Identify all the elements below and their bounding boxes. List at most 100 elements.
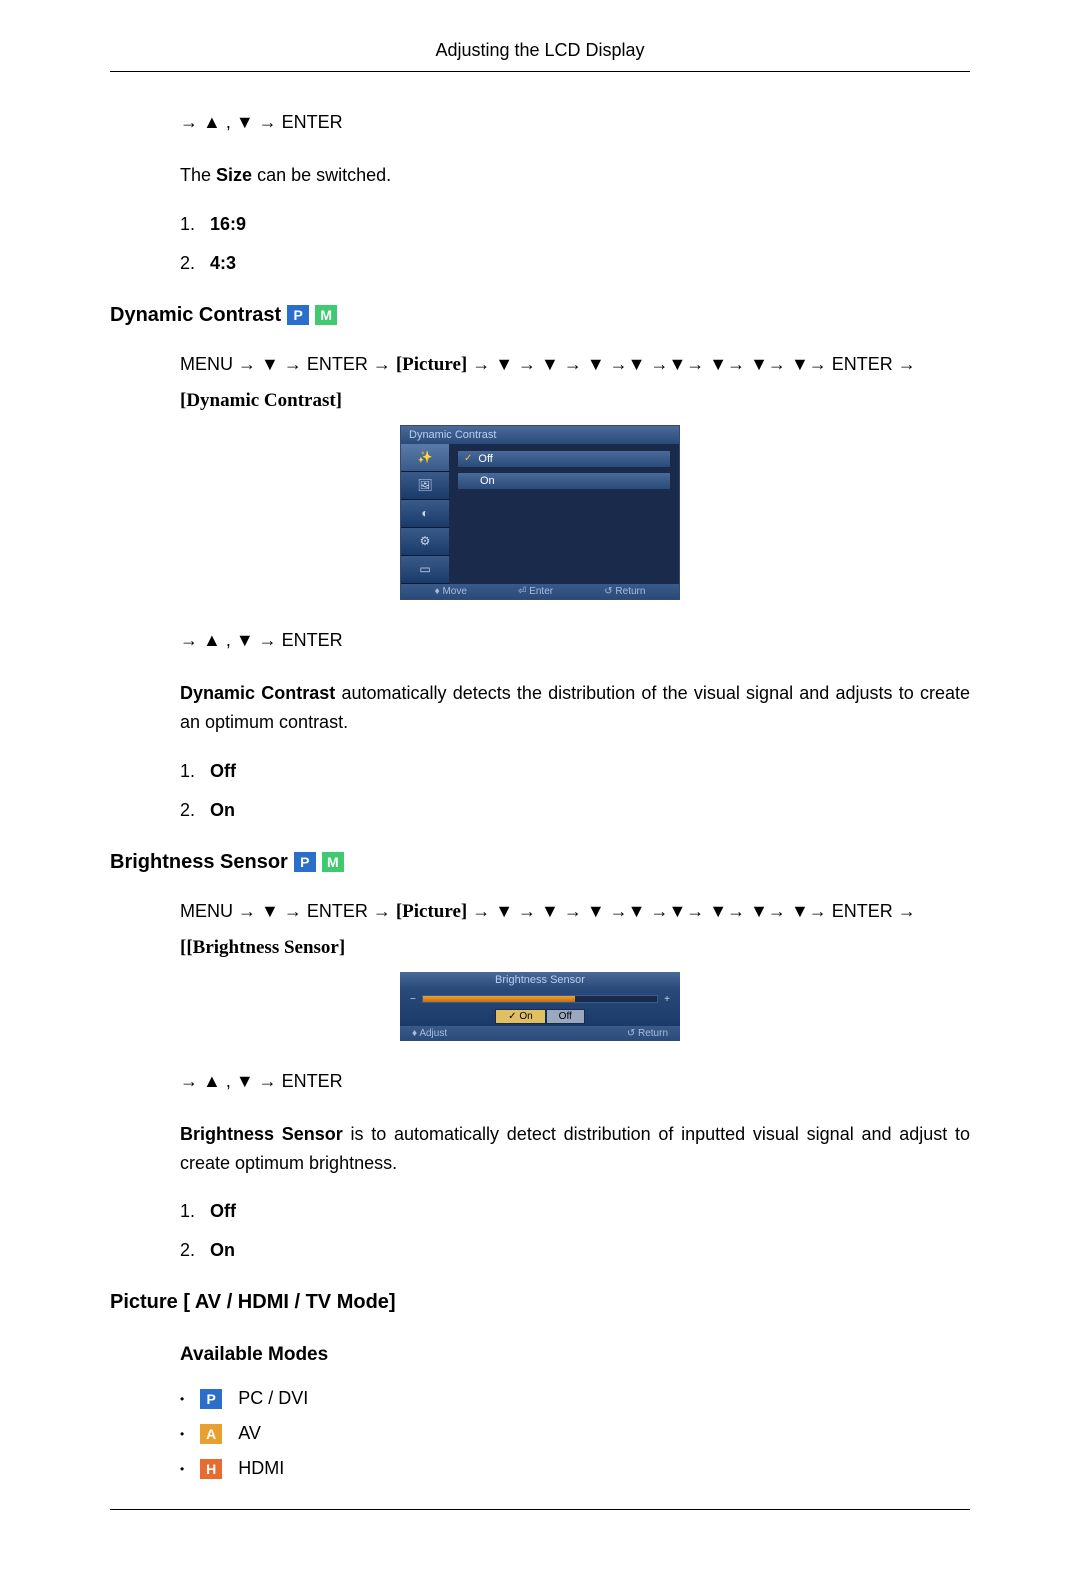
check-icon: ✓	[464, 453, 472, 464]
footer-return: ↺ Return	[604, 586, 645, 597]
item-num: 2.	[180, 253, 210, 274]
footer-adjust: ♦ Adjust	[412, 1028, 447, 1039]
h-mode-icon: H	[200, 1459, 222, 1479]
size-desc-pre: The	[180, 165, 216, 185]
dc-desc-bold: Dynamic Contrast	[180, 683, 335, 703]
path-bracket: [[Brightness Sensor]	[180, 937, 345, 958]
footer-return: ↺ Return	[627, 1028, 668, 1039]
on-label: On	[519, 1011, 532, 1022]
bullet-icon: •	[180, 1392, 184, 1406]
size-nav: → ▲ , ▼ → ENTER	[180, 112, 970, 133]
a-mode-icon: A	[200, 1424, 222, 1444]
osd-tab-icon: ⚙	[401, 528, 449, 556]
item-label: Off	[210, 1201, 236, 1221]
path-pre: MENU → ▼ → ENTER →	[180, 354, 396, 374]
dc-nav: → ▲ , ▼ → ENTER	[180, 630, 970, 651]
osd-option-off: ✓ Off	[457, 450, 671, 468]
p-mode-icon: P	[287, 305, 309, 325]
bs-desc-bold: Brightness Sensor	[180, 1124, 343, 1144]
list-item: 1.Off	[180, 1201, 970, 1222]
item-num: 1.	[180, 1201, 210, 1222]
osd-body: − + ✓ On Off	[400, 988, 680, 1026]
osd-options: ✓ Off On	[449, 444, 679, 584]
osd-on-button: ✓ On	[495, 1009, 546, 1024]
bs-osd-screenshot: Brightness Sensor − + ✓ On Off ♦ Adjust …	[400, 972, 680, 1041]
osd-slider-fill	[423, 996, 575, 1002]
item-num: 1.	[180, 761, 210, 782]
plus-icon: +	[664, 994, 670, 1005]
item-num: 2.	[180, 1240, 210, 1261]
osd-title: Brightness Sensor	[400, 972, 680, 988]
check-icon: ✓	[508, 1011, 516, 1022]
path-mid: → ▼ → ▼ → ▼ →▼ →▼→ ▼→ ▼→ ▼→ ENTER →	[467, 901, 916, 921]
size-list: 1.16:9 2.4:3	[180, 214, 970, 274]
osd-slider-bar	[422, 995, 658, 1003]
mode-item-hdmi: • H HDMI	[180, 1458, 970, 1479]
mode-label: PC / DVI	[238, 1388, 308, 1409]
opt-label: Off	[478, 453, 492, 465]
list-item: 2.On	[180, 1240, 970, 1261]
osd-tab-icon: ◐	[401, 500, 449, 528]
heading-text: Dynamic Contrast	[110, 304, 281, 327]
osd-onoff-row: ✓ On Off	[410, 1009, 670, 1024]
mode-label: AV	[238, 1423, 261, 1444]
picture-mode-heading: Picture [ AV / HDMI / TV Mode]	[110, 1291, 970, 1314]
modes-list: • P PC / DVI • A AV • H HDMI	[180, 1388, 970, 1479]
m-mode-icon: M	[322, 852, 344, 872]
osd-body: ✨ 🖼 ◐ ⚙ ▭ ✓ Off On	[401, 444, 679, 584]
path-bracket: [Dynamic Contrast]	[180, 390, 342, 411]
item-label: On	[210, 1240, 235, 1260]
osd-tab-icon: 🖼	[401, 472, 449, 500]
footer-rule	[110, 1509, 970, 1510]
item-num: 2.	[180, 800, 210, 821]
dc-desc: Dynamic Contrast automatically detects t…	[180, 679, 970, 737]
bullet-icon: •	[180, 1427, 184, 1441]
dc-menu-path: MENU → ▼ → ENTER → [Picture] → ▼ → ▼ → ▼…	[180, 347, 970, 419]
dc-osd-screenshot: Dynamic Contrast ✨ 🖼 ◐ ⚙ ▭ ✓Off On ♦ Mov…	[400, 425, 680, 600]
dc-list: 1.Off 2.On	[180, 761, 970, 821]
item-num: 1.	[180, 214, 210, 235]
bullet-icon: •	[180, 1462, 184, 1476]
size-desc: The Size can be switched.	[180, 161, 970, 190]
size-desc-post: can be switched.	[252, 165, 391, 185]
dynamic-contrast-heading: Dynamic Contrast PM	[110, 304, 970, 327]
mode-item-pc: • P PC / DVI	[180, 1388, 970, 1409]
osd-footer: ♦ Adjust ↺ Return	[400, 1026, 680, 1041]
list-item: 1.16:9	[180, 214, 970, 235]
osd-off-button: Off	[546, 1009, 585, 1024]
page-header: Adjusting the LCD Display	[110, 40, 970, 72]
size-desc-bold: Size	[216, 165, 252, 185]
bs-desc: Brightness Sensor is to automatically de…	[180, 1120, 970, 1178]
path-mid: → ▼ → ▼ → ▼ →▼ →▼→ ▼→ ▼→ ▼→ ENTER →	[467, 354, 916, 374]
item-label: 4:3	[210, 253, 236, 273]
footer-move: ♦ Move	[435, 586, 467, 597]
osd-tab-icon: ✨	[401, 444, 449, 472]
p-mode-icon: P	[294, 852, 316, 872]
brightness-sensor-heading: Brightness Sensor PM	[110, 851, 970, 874]
mode-item-av: • A AV	[180, 1423, 970, 1444]
opt-label: On	[480, 475, 495, 487]
path-pre: MENU → ▼ → ENTER →	[180, 901, 396, 921]
item-label: 16:9	[210, 214, 246, 234]
heading-text: Brightness Sensor	[110, 851, 288, 874]
list-item: 2.4:3	[180, 253, 970, 274]
bs-menu-path: MENU → ▼ → ENTER → [Picture] → ▼ → ▼ → ▼…	[180, 894, 970, 966]
osd-tab-icon: ▭	[401, 556, 449, 584]
osd-sidebar: ✨ 🖼 ◐ ⚙ ▭	[401, 444, 449, 584]
mode-label: HDMI	[238, 1458, 284, 1479]
bs-list: 1.Off 2.On	[180, 1201, 970, 1261]
footer-enter: ⏎ Enter	[518, 586, 553, 597]
path-picture: [Picture]	[396, 901, 467, 922]
bs-nav: → ▲ , ▼ → ENTER	[180, 1071, 970, 1092]
item-label: Off	[210, 761, 236, 781]
list-item: 1.Off	[180, 761, 970, 782]
osd-slider-row: − +	[410, 994, 670, 1005]
heading-text: Picture [ AV / HDMI / TV Mode]	[110, 1291, 396, 1314]
item-label: On	[210, 800, 235, 820]
m-mode-icon: M	[315, 305, 337, 325]
minus-icon: −	[410, 994, 416, 1005]
osd-footer: ♦ Move ⏎ Enter ↺ Return	[401, 584, 679, 599]
path-picture: [Picture]	[396, 354, 467, 375]
p-mode-icon: P	[200, 1389, 222, 1409]
osd-option-on: On	[457, 472, 671, 490]
